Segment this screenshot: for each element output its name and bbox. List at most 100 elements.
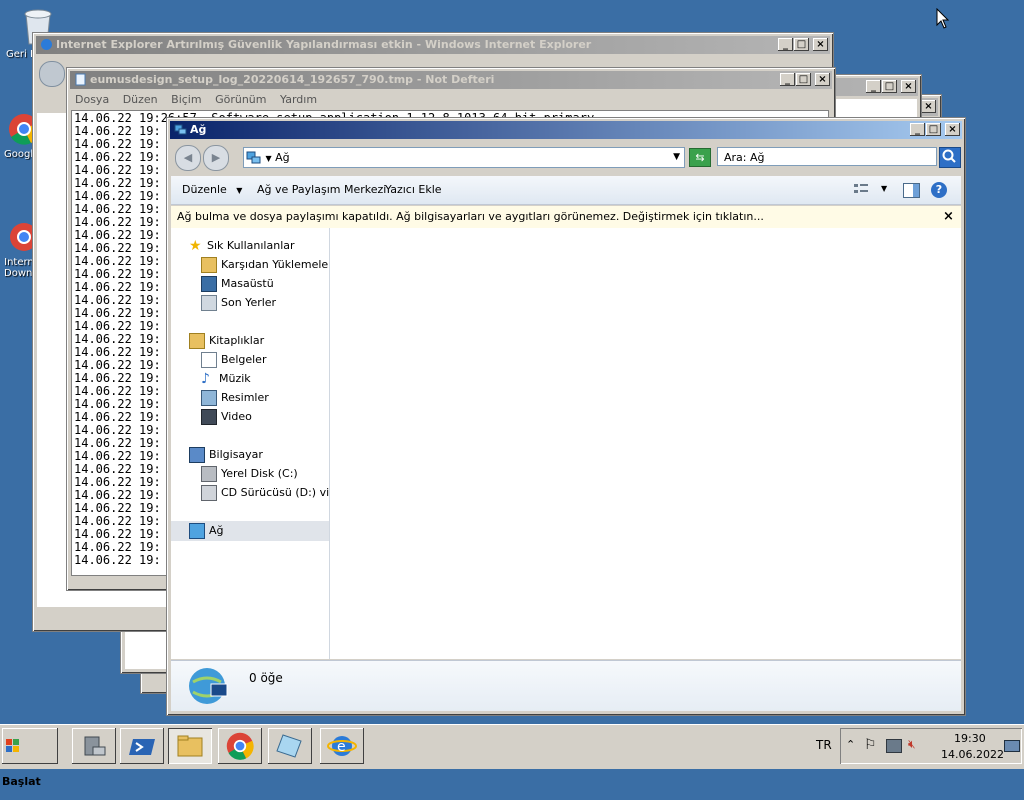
hard-disk-icon bbox=[201, 466, 217, 482]
info-bar[interactable]: Ağ bulma ve dosya paylaşımı kapatıldı. A… bbox=[171, 206, 961, 228]
navigation-pane[interactable]: ★ Sık Kullanılanlar Karşıdan Yüklemeler M… bbox=[171, 228, 330, 659]
menu-yardim[interactable]: Yardım bbox=[280, 93, 317, 106]
preview-pane-button[interactable] bbox=[903, 183, 920, 198]
ie-icon bbox=[41, 39, 52, 50]
help-button[interactable]: ? bbox=[931, 182, 947, 198]
menu-duzen[interactable]: Düzen bbox=[123, 93, 158, 106]
chevron-down-icon: ▼ bbox=[881, 184, 888, 193]
menu-dosya[interactable]: Dosya bbox=[75, 93, 109, 106]
notepad-menubar: Dosya Düzen Biçim Görünüm Yardım bbox=[71, 91, 831, 109]
computer-icon bbox=[189, 447, 205, 463]
svg-text:e: e bbox=[337, 739, 346, 755]
help-icon: ? bbox=[935, 183, 943, 196]
ie-back-button[interactable] bbox=[39, 61, 65, 87]
info-bar-close-icon[interactable]: × bbox=[943, 209, 954, 224]
nav-recent[interactable]: Son Yerler bbox=[201, 294, 276, 312]
refresh-button[interactable]: ⇆ bbox=[689, 148, 711, 167]
desktop-icon bbox=[201, 276, 217, 292]
content-pane[interactable] bbox=[330, 228, 961, 659]
start-label: Başlat bbox=[2, 775, 41, 788]
maximize-button[interactable]: □ bbox=[926, 123, 941, 136]
taskbar-ie[interactable]: e bbox=[320, 728, 364, 764]
clock-date[interactable]: 14.06.2022 bbox=[941, 748, 1004, 761]
close-button[interactable]: × bbox=[901, 80, 916, 93]
documents-icon bbox=[201, 352, 217, 368]
maximize-button[interactable]: □ bbox=[794, 38, 809, 51]
close-button[interactable]: × bbox=[945, 123, 960, 136]
taskbar-server-manager[interactable] bbox=[72, 728, 116, 764]
minimize-button[interactable]: _ bbox=[910, 123, 925, 136]
language-indicator[interactable]: TR bbox=[816, 738, 832, 752]
details-pane: 0 öğe bbox=[171, 660, 961, 711]
search-icon bbox=[942, 149, 956, 163]
nav-libraries[interactable]: Kitaplıklar bbox=[189, 332, 264, 350]
window-title: Ağ bbox=[190, 123, 207, 136]
minimize-button[interactable]: _ bbox=[780, 73, 795, 86]
menu-bicim[interactable]: Biçim bbox=[171, 93, 201, 106]
nav-music[interactable]: ♪ Müzik bbox=[201, 370, 251, 388]
search-input[interactable]: Ara: Ağ bbox=[717, 147, 937, 166]
star-icon: ★ bbox=[189, 238, 202, 254]
explorer-window[interactable]: Ağ _ □ × ◀ ▶ ▼ Ağ ▼ ⇆ Ara: Ağ Düzenle ▼ … bbox=[166, 117, 966, 716]
action-center-flag-icon[interactable]: ⚐ bbox=[864, 737, 877, 753]
taskbar-powershell[interactable] bbox=[120, 728, 164, 764]
powershell-icon bbox=[129, 739, 155, 755]
mouse-cursor-icon bbox=[936, 8, 950, 29]
show-desktop-icon[interactable] bbox=[1004, 740, 1020, 752]
network-center-button[interactable]: Ağ ve Paylaşım Merkezi bbox=[257, 183, 386, 196]
back-button[interactable]: ◀ bbox=[175, 145, 201, 171]
pictures-icon bbox=[201, 390, 217, 406]
info-bar-text: Ağ bulma ve dosya paylaşımı kapatıldı. A… bbox=[177, 210, 764, 223]
nav-favorites[interactable]: ★ Sık Kullanılanlar bbox=[189, 237, 295, 255]
preview-pane-icon bbox=[913, 184, 919, 197]
tray-expand-button[interactable]: ⌃ bbox=[846, 738, 855, 751]
address-dropdown[interactable]: ▼ bbox=[673, 148, 680, 167]
notepad-icon bbox=[276, 734, 302, 758]
add-printer-button[interactable]: Yazıcı Ekle bbox=[385, 183, 442, 196]
search-button[interactable] bbox=[939, 147, 961, 168]
nav-cd-drive[interactable]: CD Sürücüsü (D:) virtio bbox=[201, 484, 329, 502]
nav-downloads[interactable]: Karşıdan Yüklemeler bbox=[201, 256, 329, 274]
close-button[interactable]: × bbox=[815, 73, 830, 86]
nav-documents[interactable]: Belgeler bbox=[201, 351, 266, 369]
minimize-button[interactable]: _ bbox=[866, 80, 881, 93]
minimize-button[interactable]: _ bbox=[778, 38, 793, 51]
forward-button[interactable]: ▶ bbox=[203, 145, 229, 171]
downloads-folder-icon bbox=[201, 257, 217, 273]
server-manager-icon bbox=[84, 736, 106, 756]
ie-icon: e bbox=[327, 736, 357, 756]
maximize-button[interactable]: □ bbox=[796, 73, 811, 86]
organize-button[interactable]: Düzenle ▼ bbox=[182, 183, 242, 196]
maximize-button[interactable]: □ bbox=[882, 80, 897, 93]
recent-places-icon bbox=[201, 295, 217, 311]
window-title: eumusdesign_setup_log_20220614_192657_79… bbox=[90, 73, 495, 86]
taskbar-notepad[interactable] bbox=[268, 728, 312, 764]
view-options-button[interactable]: ▼ bbox=[853, 182, 889, 198]
network-tray-icon[interactable] bbox=[886, 739, 902, 753]
nav-video[interactable]: Video bbox=[201, 408, 252, 426]
nav-pictures[interactable]: Resimler bbox=[201, 389, 269, 407]
address-text: Ağ bbox=[275, 151, 290, 164]
network-icon bbox=[246, 151, 261, 164]
volume-muted-icon[interactable]: 🔇︎ bbox=[908, 737, 916, 752]
network-icon bbox=[174, 124, 187, 135]
nav-network[interactable]: Ağ bbox=[189, 522, 224, 540]
clock-time[interactable]: 19:30 bbox=[954, 732, 986, 745]
menu-gorunum[interactable]: Görünüm bbox=[215, 93, 266, 106]
close-button[interactable]: × bbox=[921, 100, 936, 113]
chrome-icon bbox=[226, 732, 254, 760]
nav-desktop[interactable]: Masaüstü bbox=[201, 275, 274, 293]
window-title: Internet Explorer Artırılmış Güvenlik Ya… bbox=[56, 38, 592, 51]
taskbar-explorer[interactable] bbox=[168, 728, 212, 764]
search-placeholder: Ara: Ağ bbox=[724, 151, 765, 164]
item-count: 0 öğe bbox=[249, 671, 283, 685]
nav-computer[interactable]: Bilgisayar bbox=[189, 446, 263, 464]
cd-drive-icon bbox=[201, 485, 217, 501]
breadcrumb-separator: ▼ bbox=[265, 154, 272, 163]
close-button[interactable]: × bbox=[813, 38, 828, 51]
notepad-icon bbox=[75, 73, 86, 86]
nav-local-disk[interactable]: Yerel Disk (C:) bbox=[201, 465, 298, 483]
address-bar[interactable]: ▼ Ağ ▼ bbox=[243, 147, 685, 168]
start-button[interactable]: Başlat bbox=[2, 728, 58, 788]
taskbar-chrome[interactable] bbox=[218, 728, 262, 764]
